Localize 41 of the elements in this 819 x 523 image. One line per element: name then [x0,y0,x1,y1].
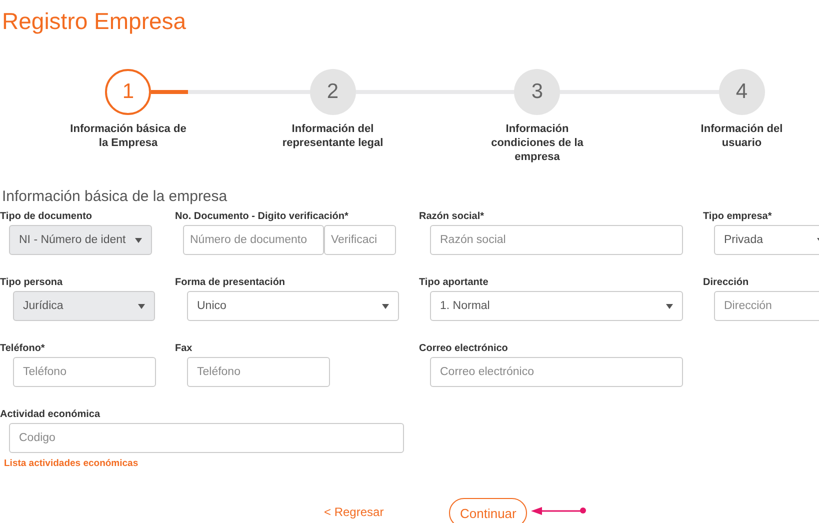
field-label: Teléfono* [0,343,45,356]
select-field[interactable]: 1. Normal [430,291,683,321]
field-label: Forma de presentación [175,277,286,290]
caret-icon [666,304,673,308]
input-field[interactable]: Dirección [714,291,819,321]
field-label: Tipo persona [0,277,63,290]
arrow-drawing [531,506,587,516]
back-link[interactable]: < Regresar [324,505,384,519]
page-title: Registro Empresa [2,8,186,36]
caret-icon [382,304,389,308]
step-label: Información del usuario [700,122,784,150]
input-field[interactable]: Número de documento [183,225,324,255]
step-number[interactable]: 2 [310,69,356,115]
select-field[interactable]: Privada [714,225,819,255]
input-field[interactable]: Razón social [430,225,683,255]
input-field[interactable]: Verificaci [324,225,396,255]
input-field[interactable]: Correo electrónico [430,357,683,387]
activities-link[interactable]: Lista actividades económicas [4,458,138,469]
continue-button[interactable]: Continuar [449,498,528,523]
field-label: No. Documento - Digito verificación* [175,211,348,224]
field-label: Tipo aportante [419,277,488,290]
step-number[interactable]: 4 [718,69,765,115]
caret-icon [138,304,145,308]
step-label: Información condiciones de la empresa [490,122,584,164]
step-label: Información del representante legal [281,122,384,150]
caret-icon [135,238,142,242]
input-field[interactable]: Teléfono [13,357,156,387]
step-label: Información básica de la Empresa [69,122,188,150]
step-number[interactable]: 1 [105,69,152,115]
field-label: Actividad económica [0,409,100,422]
field-label: Correo electrónico [419,343,508,356]
field-label: Dirección [703,277,749,290]
select-field[interactable]: Unico [187,291,399,321]
field-label: Tipo empresa* [703,211,772,224]
section-title: Información básica de la empresa [2,188,228,205]
input-field[interactable]: Codigo [9,423,404,453]
input-field[interactable]: Teléfono [187,357,330,387]
field-label: Fax [175,343,192,356]
field-label: Tipo de documento [0,211,92,224]
step-number[interactable]: 3 [514,69,560,115]
field-label: Razón social* [419,211,484,224]
